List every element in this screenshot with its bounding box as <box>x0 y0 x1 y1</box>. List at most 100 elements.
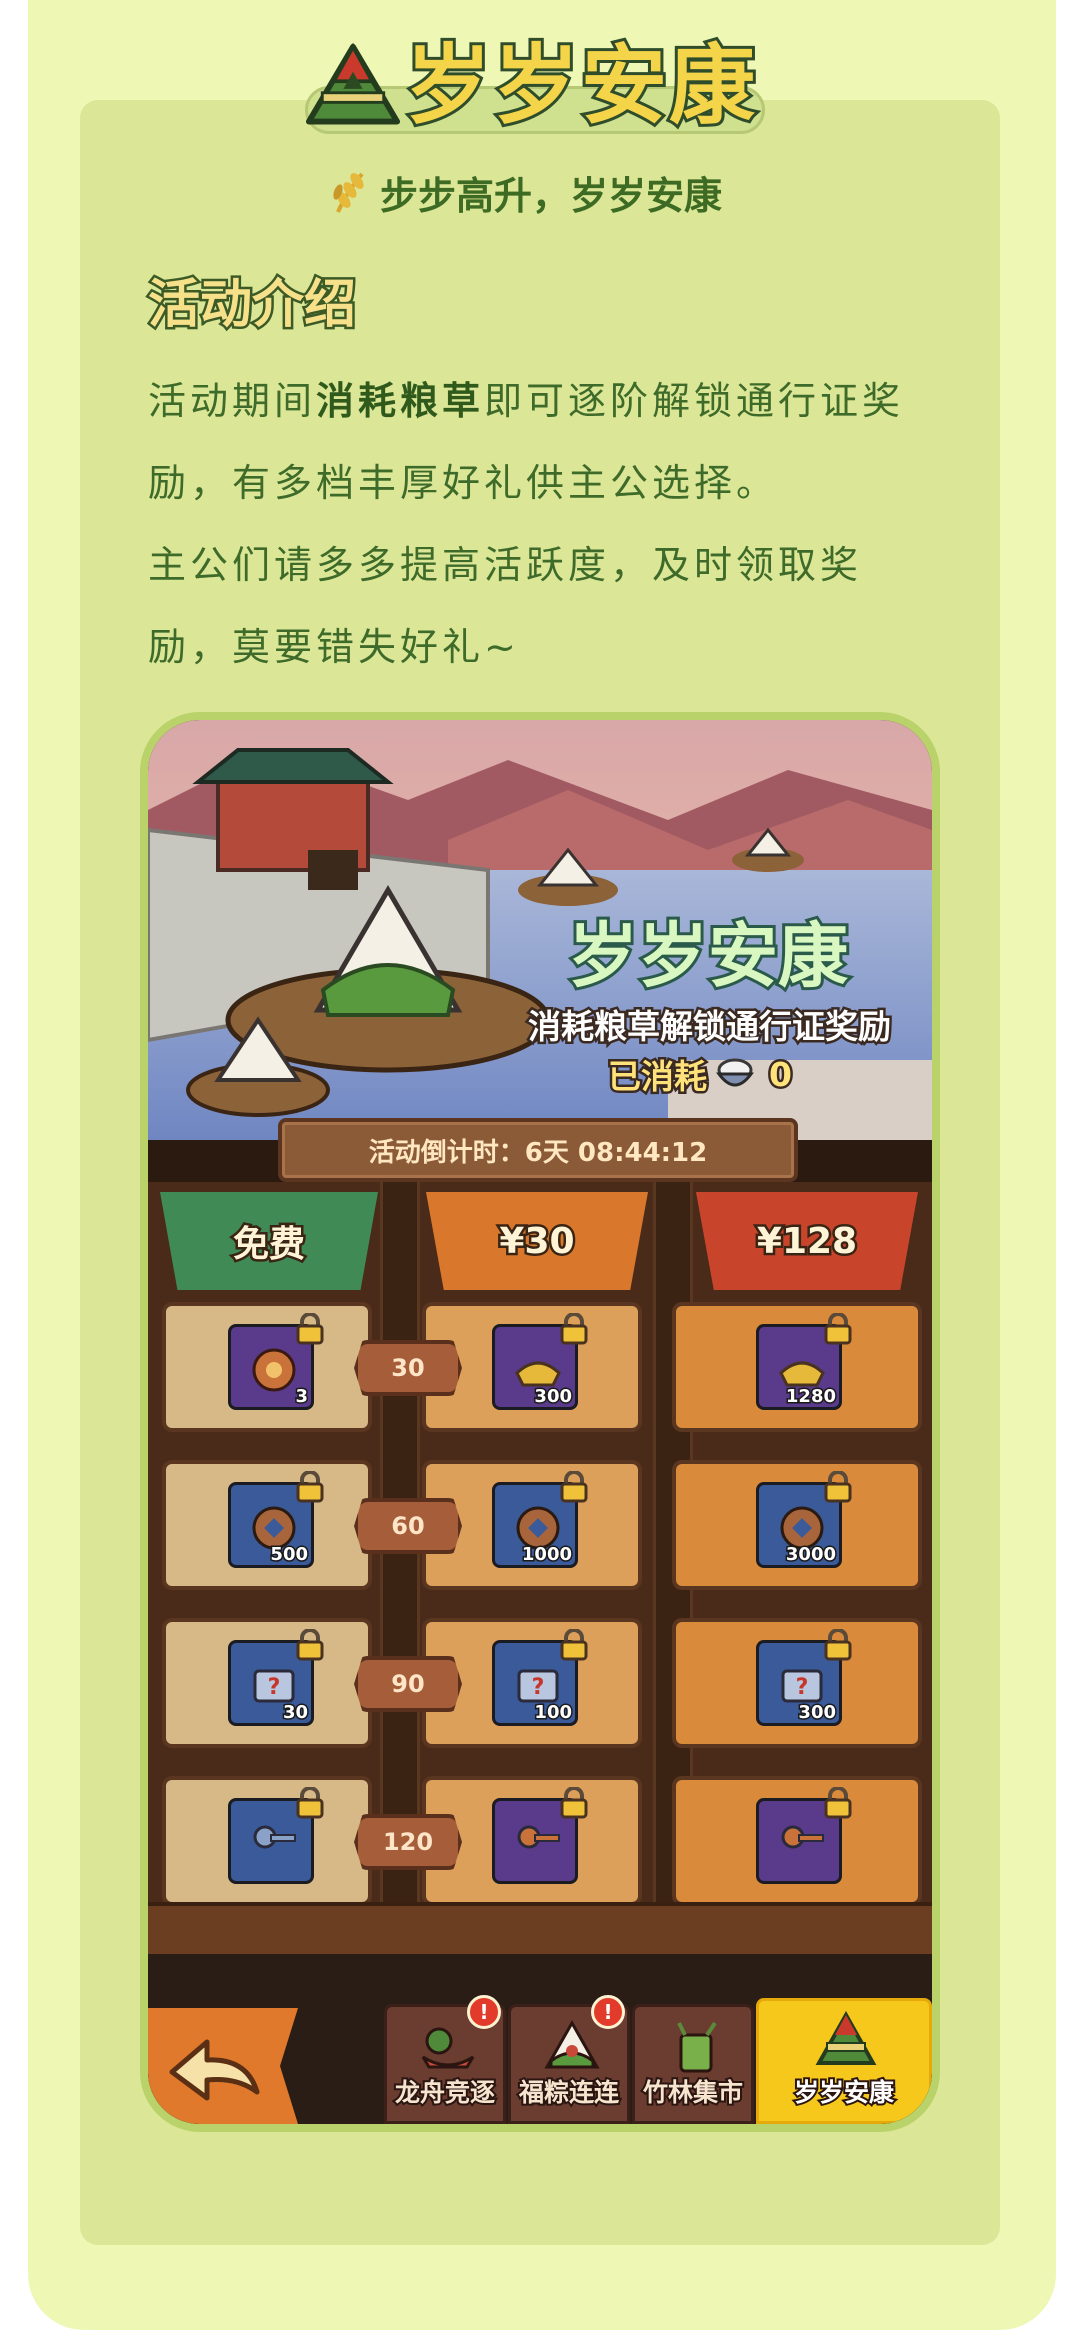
page-header: 岁岁安康 <box>305 33 765 141</box>
nav-tab-dragon-boat[interactable]: ! 龙舟竞逐 <box>384 1995 506 2124</box>
lock-icon <box>560 1471 588 1503</box>
key-icon <box>517 1825 560 1849</box>
consumed-label: 已消耗 <box>606 1055 710 1099</box>
section-title: 活动介绍 <box>145 273 358 338</box>
lock-icon <box>824 1629 852 1661</box>
alert-badge: ! <box>591 1995 625 2029</box>
reward-cell-free[interactable]: ? 30 <box>162 1618 372 1748</box>
countdown-text: 活动倒计时：6天 08:44:12 <box>368 1137 708 1168</box>
tier-label: 免费 <box>230 1222 307 1268</box>
intro-text-part: 活动期间 <box>148 379 317 423</box>
zongzi-icon <box>305 42 401 125</box>
reward-item[interactable] <box>492 1787 588 1884</box>
banner-title: 岁岁安康 <box>565 912 851 1000</box>
nav-tab-sui-sui-an-kang[interactable]: 岁岁安康 <box>756 1998 932 2124</box>
svg-text:?: ? <box>268 1675 281 1700</box>
reward-item[interactable] <box>228 1787 324 1884</box>
reward-cell-128[interactable] <box>672 1776 922 1902</box>
intro-text: 活动期间消耗粮草即可逐阶解锁通行证奖励，有多档丰厚好礼供主公选择。 主公们请多多… <box>148 360 938 688</box>
countdown-bar: 活动倒计时：6天 08:44:12 <box>278 1118 798 1182</box>
level-value: 120 <box>382 1828 434 1856</box>
level-badge: 30 <box>354 1340 462 1396</box>
wheat-icon <box>333 172 364 213</box>
reward-board: 免费 ¥30 ¥128 3 300 1280 30 500 1000 3000 … <box>148 1182 932 1902</box>
level-value: 60 <box>391 1512 425 1540</box>
tier-label: ¥128 <box>754 1218 859 1264</box>
bottom-nav: ! 龙舟竞逐 ! 福粽连连 竹林集市 岁岁安康 <box>148 1954 932 2124</box>
key-icon <box>253 1825 296 1849</box>
intro-paragraph-1: 活动期间消耗粮草即可逐阶解锁通行证奖励，有多档丰厚好礼供主公选择。 <box>148 360 938 524</box>
item-quantity: 3 <box>294 1385 309 1409</box>
reward-item[interactable]: ? 100 <box>492 1629 588 1726</box>
rice-bowl-icon <box>716 1058 754 1087</box>
reward-cell-free[interactable]: 500 <box>162 1460 372 1590</box>
game-screenshot-frame: 岁岁安康 消耗粮草解锁通行证奖励 已消耗 0 免费 ¥30 ¥128 3 300… <box>140 712 940 2132</box>
dragon-token-icon <box>252 1348 296 1392</box>
reward-item[interactable]: ? 300 <box>756 1629 852 1726</box>
intro-paragraph-2: 主公们请多多提高活跃度，及时领取奖励，莫要错失好礼~ <box>148 543 863 669</box>
nav-label: 竹林集市 <box>641 2076 745 2109</box>
level-badge: 120 <box>354 1814 462 1870</box>
reward-cell-free[interactable]: 3 <box>162 1302 372 1432</box>
item-quantity: 100 <box>533 1701 574 1725</box>
level-value: 30 <box>391 1354 425 1382</box>
reward-item[interactable]: 300 <box>492 1313 588 1410</box>
bamboo-icon <box>677 2021 717 2073</box>
reward-item[interactable]: ? 30 <box>228 1629 324 1726</box>
level-badge: 60 <box>354 1498 462 1554</box>
banner-description: 消耗粮草解锁通行证奖励 <box>526 1005 894 1049</box>
game-screen: 岁岁安康 消耗粮草解锁通行证奖励 已消耗 0 免费 ¥30 ¥128 3 300… <box>148 720 932 2124</box>
back-arrow-icon <box>169 2039 260 2101</box>
back-button[interactable] <box>148 2008 298 2124</box>
nav-label: 龙舟竞逐 <box>393 2076 497 2109</box>
consumed-counter: 已消耗 0 <box>606 1050 795 1099</box>
page-title: 岁岁安康 <box>402 33 758 139</box>
board-footer <box>148 1902 932 1954</box>
reward-item[interactable]: 500 <box>228 1471 324 1568</box>
reward-row: 3 300 1280 <box>162 1302 922 1432</box>
reward-cell-128[interactable]: 1280 <box>672 1302 922 1432</box>
reward-cell-free[interactable] <box>162 1776 372 1902</box>
reward-item[interactable] <box>756 1787 852 1884</box>
lock-icon <box>296 1313 324 1345</box>
reward-row <box>162 1776 922 1902</box>
svg-text:?: ? <box>532 1675 545 1700</box>
tier-tab-128[interactable]: ¥128 <box>696 1192 918 1290</box>
reward-cell-128[interactable]: 3000 <box>672 1460 922 1590</box>
nav-label: 岁岁安康 <box>792 2076 896 2109</box>
reward-item[interactable]: 3000 <box>756 1471 852 1568</box>
tier-tab-30[interactable]: ¥30 <box>426 1192 648 1290</box>
subtitle: 步步高升，岁岁安康 <box>330 162 722 222</box>
lock-icon <box>824 1471 852 1503</box>
nav-label: 福粽连连 <box>517 2076 621 2109</box>
reward-cell-128[interactable]: ? 300 <box>672 1618 922 1748</box>
tier-label: ¥30 <box>497 1218 577 1264</box>
item-quantity: 300 <box>533 1385 574 1409</box>
level-badge: 90 <box>354 1656 462 1712</box>
reward-row: ? 30 ? 100 ? 300 <box>162 1618 922 1748</box>
level-value: 90 <box>391 1670 425 1698</box>
consumed-value: 0 <box>767 1052 795 1096</box>
rice-ball-icon <box>544 2019 600 2069</box>
dragon-boat-icon <box>421 2027 475 2069</box>
item-quantity: 1280 <box>784 1385 837 1409</box>
tier-tab-free[interactable]: 免费 <box>160 1192 378 1290</box>
lock-icon <box>824 1313 852 1345</box>
reward-item[interactable]: 3 <box>228 1313 324 1410</box>
reward-item[interactable]: 1280 <box>756 1313 852 1410</box>
nav-tab-bamboo-market[interactable]: 竹林集市 <box>632 2004 754 2124</box>
zongzi-icon <box>815 2011 877 2065</box>
nav-tab-lucky-zongzi[interactable]: ! 福粽连连 <box>508 1995 630 2124</box>
lock-icon <box>296 1787 324 1819</box>
reward-item[interactable]: 1000 <box>492 1471 588 1568</box>
lock-icon <box>560 1787 588 1819</box>
lock-icon <box>296 1629 324 1661</box>
item-quantity: 3000 <box>784 1543 837 1567</box>
lock-icon <box>824 1787 852 1819</box>
subtitle-text: 步步高升，岁岁安康 <box>380 173 723 218</box>
svg-text:?: ? <box>796 1675 809 1700</box>
reward-row: 500 1000 3000 <box>162 1460 922 1590</box>
key-icon <box>781 1825 824 1849</box>
lock-icon <box>560 1313 588 1345</box>
item-quantity: 1000 <box>520 1543 573 1567</box>
